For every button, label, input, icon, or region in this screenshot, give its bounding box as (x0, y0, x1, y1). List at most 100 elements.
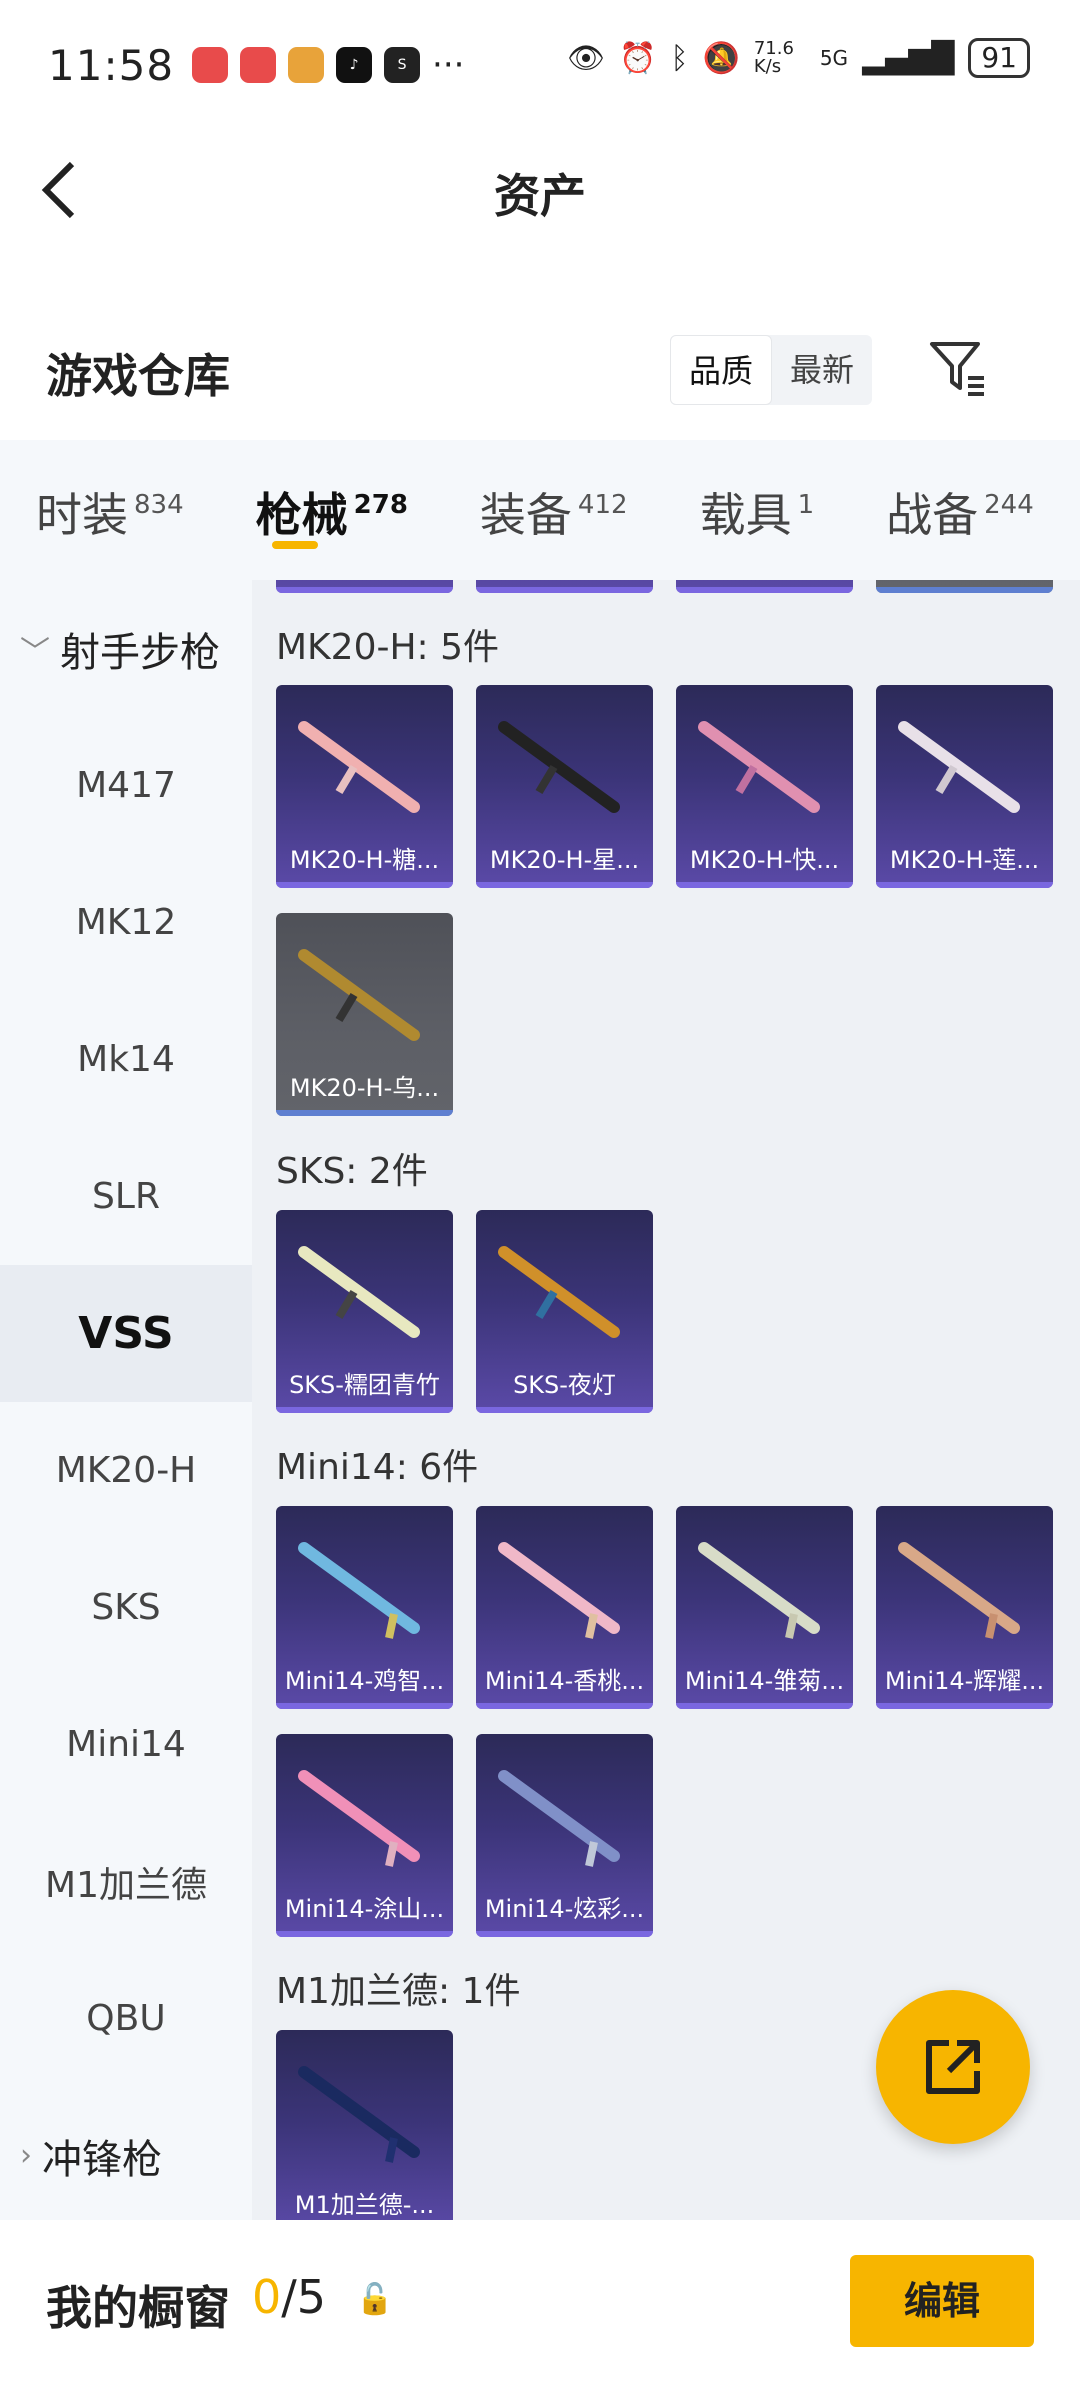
sidebar-item-slr[interactable]: SLR (0, 1128, 252, 1265)
rifle-icon (298, 1246, 420, 1338)
card-rarity-stripe (476, 587, 653, 593)
red-app-icon-2 (240, 47, 277, 83)
weapon-card-partial[interactable] (276, 580, 453, 593)
sidebar-item-m1-garand[interactable]: M1加兰德 (0, 1813, 252, 1950)
rifle-icon (298, 2066, 420, 2163)
warehouse-title: 游戏仓库 (46, 349, 230, 403)
weapon-card[interactable]: Mini14-鸡智... (276, 1506, 453, 1709)
rifle-icon (898, 1542, 1020, 1639)
sort-newest-button[interactable]: 最新 (772, 335, 872, 405)
sidebar-item-sks[interactable]: SKS (0, 1539, 252, 1676)
card-rarity-stripe (476, 882, 653, 888)
orange-app-icon (288, 47, 325, 83)
card-rarity-stripe (876, 1703, 1053, 1709)
sidebar-item-mk12[interactable]: MK12 (0, 854, 252, 991)
sidebar-item-qbu[interactable]: QBU (0, 1950, 252, 2087)
share-button[interactable] (876, 1990, 1030, 2144)
card-rarity-stripe (676, 587, 853, 593)
weapon-name: MK20-H-糖... (289, 846, 440, 874)
tab-firearms[interactable]: 枪械 278 (220, 435, 444, 585)
tab-count: 244 (984, 490, 1034, 520)
weapon-card[interactable]: Mini14-涂山... (276, 1734, 453, 1937)
rifle-icon (498, 721, 620, 813)
weapon-name: Mini14-香桃... (484, 1667, 645, 1695)
tab-fashion[interactable]: 时装 834 (0, 435, 220, 585)
top-bar: 资产 (0, 130, 1080, 250)
weapon-card-partial[interactable] (876, 580, 1053, 593)
weapon-name: MK20-H-快... (689, 846, 840, 874)
sidebar-item-mk20h[interactable]: MK20-H (0, 1402, 252, 1539)
tab-supplies[interactable]: 战备 244 (850, 435, 1070, 585)
mute-icon: 🔕 (702, 40, 740, 76)
tab-vehicles[interactable]: 载具 1 (664, 435, 851, 585)
tab-count: 278 (353, 490, 408, 520)
weapon-card[interactable]: Mini14-炫彩... (476, 1734, 653, 1937)
tab-count: 412 (577, 490, 628, 520)
alarm-icon: ⏰ (619, 40, 657, 76)
card-rarity-stripe (276, 587, 453, 593)
weapon-card[interactable]: SKS-夜灯 (476, 1210, 653, 1413)
weapon-name: MK20-H-星... (489, 846, 640, 874)
section-title-sks: SKS: 2件 (276, 1151, 428, 1192)
sidebar-item-m417[interactable]: M417 (0, 717, 252, 854)
rifle-icon (698, 721, 820, 813)
edit-button[interactable]: 编辑 (850, 2255, 1034, 2347)
red-app-icon (192, 47, 229, 83)
card-rarity-stripe (276, 1110, 453, 1116)
tab-equipment[interactable]: 装备 412 (444, 435, 664, 585)
weapon-card[interactable]: M1加兰德-... (276, 2030, 453, 2220)
weapon-type-sidebar: ﹀ 射手步枪 M417 MK12 Mk14 SLR VSS MK20-H SKS … (0, 580, 252, 2220)
status-bar: 11:58 ♪ S ··· 👁 ⏰ ᛒ 🔕 71.6 K/s 5G ▂▄▆█ 9… (0, 0, 1080, 130)
showcase-total: /5 (281, 2270, 327, 2324)
sidebar-item-mk14[interactable]: Mk14 (0, 991, 252, 1128)
weapon-card[interactable]: MK20-H-快... (676, 685, 853, 888)
card-rarity-stripe (476, 1931, 653, 1937)
sidebar-group-marksman-rifles[interactable]: ﹀ 射手步枪 (0, 580, 252, 717)
weapon-card-partial[interactable] (476, 580, 653, 593)
showcase-bar: 我的橱窗 0/5 🔓 编辑 (0, 2220, 1080, 2382)
battery-icon: 91 (968, 38, 1030, 78)
card-rarity-stripe (676, 882, 853, 888)
chevron-down-icon: ﹀ (20, 634, 50, 670)
showcase-current: 0 (252, 2270, 282, 2324)
sort-quality-button[interactable]: 品质 (670, 335, 773, 405)
weapon-name: Mini14-涂山... (284, 1895, 445, 1923)
weapon-name: Mini14-鸡智... (284, 1667, 445, 1695)
weapon-card[interactable]: MK20-H-星... (476, 685, 653, 888)
card-rarity-stripe (476, 1703, 653, 1709)
active-tab-indicator (271, 541, 318, 549)
eye-icon: 👁 (567, 40, 606, 76)
card-rarity-stripe (876, 587, 1053, 593)
tab-label: 时装 (36, 488, 128, 542)
tab-count: 1 (797, 490, 815, 520)
warehouse-header: 游戏仓库 品质 最新 (0, 300, 1080, 440)
weapon-card-partial[interactable] (676, 580, 853, 593)
rifle-icon (298, 1542, 420, 1639)
card-rarity-stripe (476, 1407, 653, 1413)
weapon-card[interactable]: Mini14-雏菊... (676, 1506, 853, 1709)
share-icon (926, 2040, 980, 2094)
sidebar-item-mini14[interactable]: Mini14 (0, 1676, 252, 1813)
card-rarity-stripe (276, 882, 453, 888)
filter-icon[interactable] (928, 338, 988, 398)
weapon-name: Mini14-炫彩... (484, 1895, 645, 1923)
status-time: 11:58 (48, 40, 175, 90)
rifle-icon (298, 721, 420, 813)
weapon-card[interactable]: MK20-H-乌... (276, 913, 453, 1116)
weapon-card[interactable]: SKS-糯团青竹 (276, 1210, 453, 1413)
bluetooth-icon: ᛒ (670, 40, 689, 76)
sidebar-group-smg[interactable]: › 冲锋枪 (0, 2087, 252, 2224)
weapon-card[interactable]: Mini14-香桃... (476, 1506, 653, 1709)
tab-label: 载具 (699, 488, 792, 542)
sidebar-item-vss[interactable]: VSS (0, 1265, 252, 1402)
more-notifications-icon: ··· (432, 45, 465, 85)
soul-icon: S (384, 47, 421, 83)
section-title-mk20h: MK20-H: 5件 (276, 627, 500, 668)
weapon-card[interactable]: MK20-H-糖... (276, 685, 453, 888)
lock-icon: 🔓 (356, 2282, 394, 2317)
weapon-card[interactable]: Mini14-辉耀... (876, 1506, 1053, 1709)
weapon-grid: MK20-H: 5件 MK20-H-糖... MK20-H-星... MK20-… (252, 580, 1080, 2220)
signal-icon: ▂▄▆█ (862, 40, 955, 76)
weapon-card[interactable]: MK20-H-莲... (876, 685, 1053, 888)
weapon-name: Mini14-辉耀... (884, 1667, 1045, 1695)
